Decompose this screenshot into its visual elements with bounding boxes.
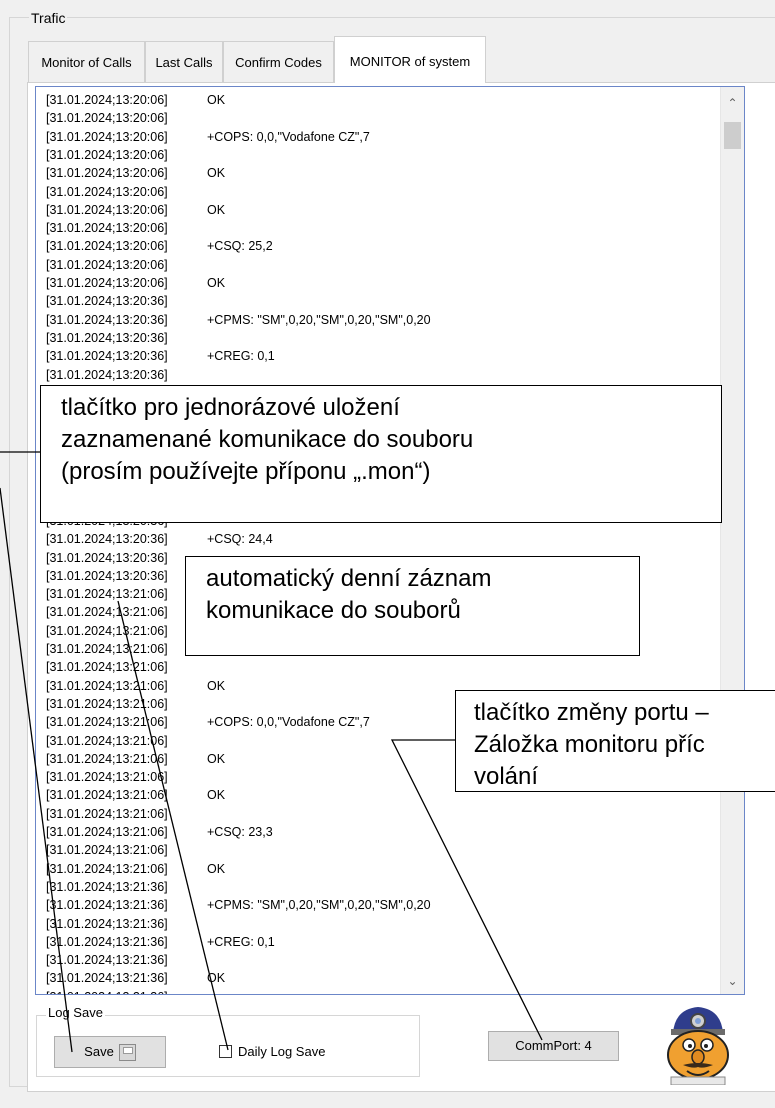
callout-port-text: tlačítko změny portu – Záložka monitoru … [474, 699, 709, 790]
callout-port: tlačítko změny portu – Záložka monitoru … [455, 690, 775, 792]
callout-save: tlačítko pro jednorázové uložení zazname… [40, 385, 722, 523]
callout-daily-text: automatický denní záznam komunikace do s… [206, 565, 492, 624]
callout-save-text: tlačítko pro jednorázové uložení zazname… [61, 394, 474, 485]
tab-monitor-of-system[interactable]: MONITOR of system [334, 36, 486, 83]
callout-leader-lines [0, 451, 543, 1053]
callout-daily: automatický denní záznam komunikace do s… [185, 556, 640, 656]
